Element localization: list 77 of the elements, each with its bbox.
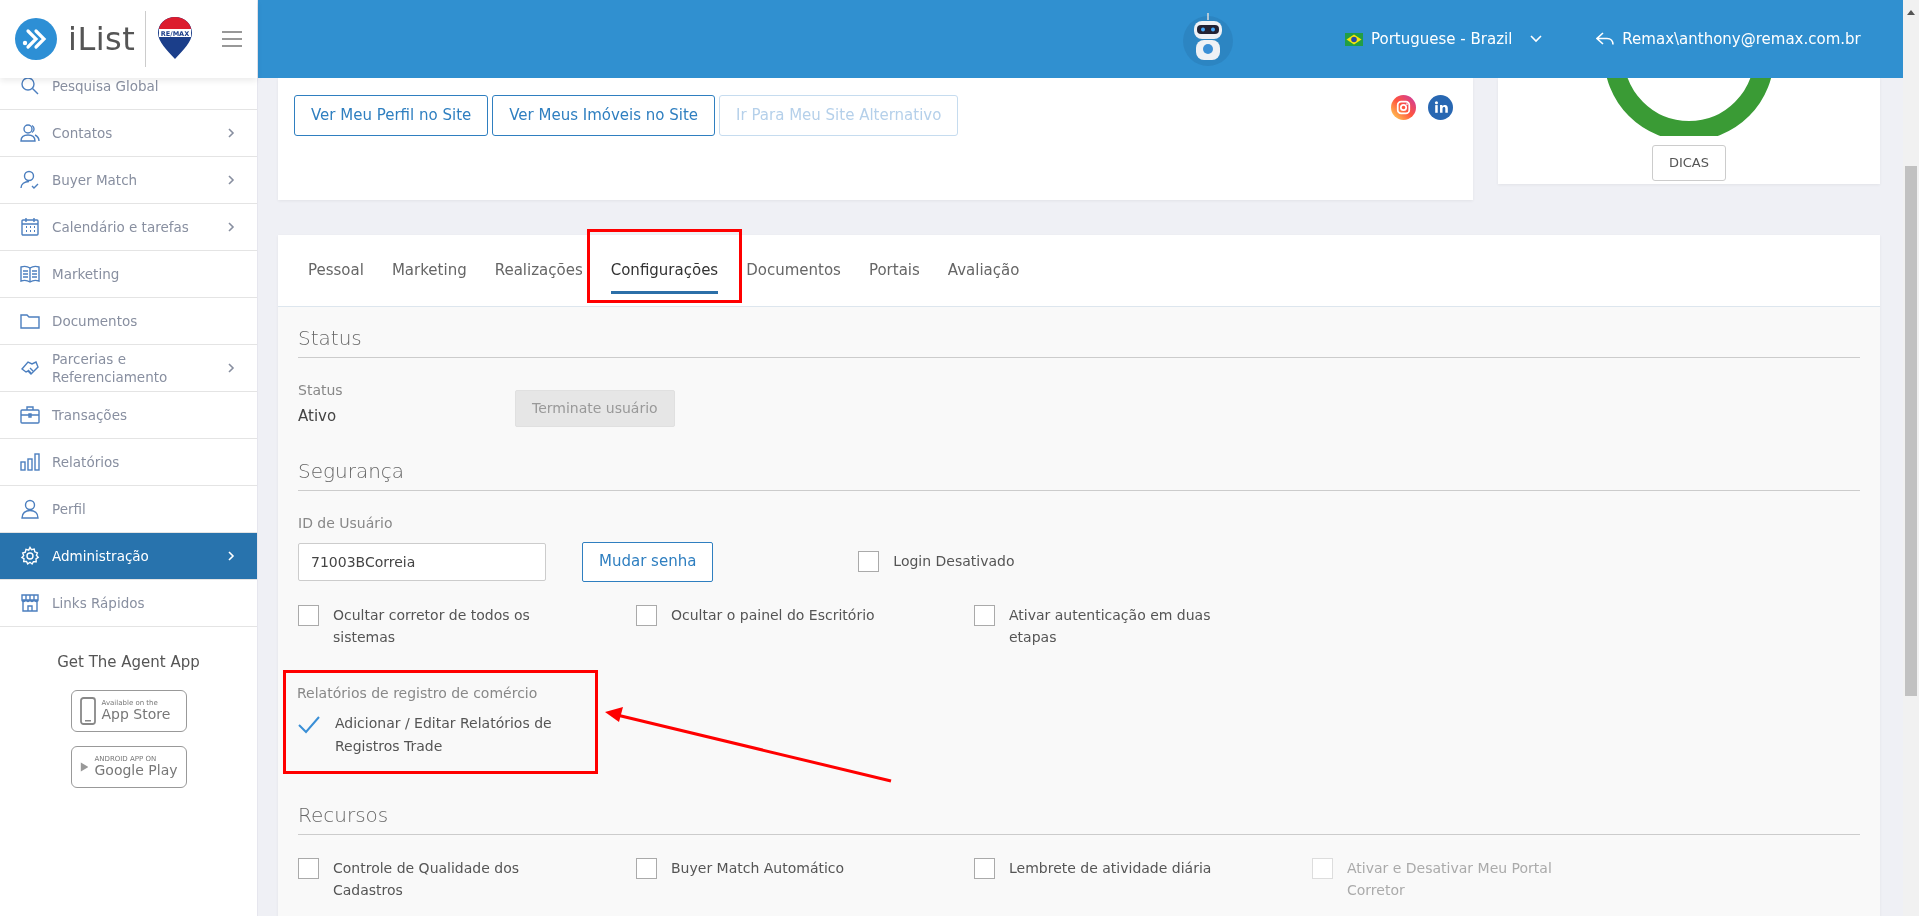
checkbox-label: Buyer Match Automático — [671, 859, 845, 879]
scroll-up-icon[interactable] — [1906, 8, 1916, 16]
checkbox-label: Ativar autenticação em duas etapas — [1009, 605, 1212, 647]
person-icon — [20, 499, 40, 519]
sidebar-item[interactable]: Contatos — [0, 110, 257, 157]
checkbox[interactable] — [298, 604, 319, 626]
sidebar-item[interactable]: Links Rápidos — [0, 580, 257, 627]
checkbox[interactable] — [636, 858, 657, 880]
checkbox[interactable] — [636, 604, 657, 626]
bar-chart-icon — [20, 452, 40, 472]
field-label: Relatórios de registro de comércio — [297, 684, 539, 704]
flag-icon — [1345, 32, 1363, 46]
chevron-icon — [225, 362, 237, 374]
checkbox-label: Ocultar o painel do Escritório — [671, 605, 875, 625]
folder-icon — [20, 311, 40, 331]
tab[interactable]: Pessoal — [296, 251, 376, 290]
change-password-button[interactable]: Mudar senha — [582, 541, 714, 582]
profile-link-button[interactable]: Ver Meus Imóveis no Site — [492, 95, 716, 136]
store-icon — [20, 593, 40, 613]
checkbox-label: Ativar e Desativar Meu Portal Corretor — [1347, 859, 1553, 901]
user-id-field[interactable]: 71003BCorreia — [298, 542, 546, 581]
tab[interactable]: Documentos — [734, 251, 853, 290]
checkbox-label: Lembrete de atividade diária — [1009, 859, 1212, 879]
ilist-logo-icon — [14, 17, 58, 61]
checkbox[interactable] — [974, 858, 995, 880]
sidebar-item[interactable]: Transações — [0, 392, 257, 439]
book-icon — [20, 264, 40, 284]
checkbox-label: Login Desativado — [893, 552, 1015, 572]
checkbox-label: Ocultar corretor de todos os sistemas — [333, 605, 531, 647]
sidebar-item[interactable]: Administração — [0, 533, 257, 580]
scrollbar[interactable] — [1903, 0, 1919, 916]
sidebar-item[interactable]: Marketing — [0, 251, 257, 298]
checkbox-label: Controle de Qualidade dos Cadastros — [333, 859, 521, 901]
tips-button[interactable]: DICAS — [1651, 145, 1727, 181]
search-icon — [20, 78, 40, 96]
chevron-icon — [225, 174, 237, 186]
menu-icon[interactable] — [221, 30, 243, 48]
linkedin-icon[interactable] — [1428, 95, 1453, 120]
promo-title: Get The Agent App — [56, 652, 201, 673]
user-account[interactable]: Remax\anthony@remax.com.br — [1596, 27, 1861, 51]
reply-icon — [1596, 32, 1615, 46]
sidebar-item[interactable]: Pesquisa Global — [0, 78, 257, 110]
status-value: Ativo — [298, 406, 338, 427]
checkbox-label: Adicionar / Editar Relatórios de Registros Trade — [335, 714, 553, 756]
checkbox[interactable] — [298, 858, 319, 880]
chevron-icon — [225, 127, 237, 139]
instagram-icon[interactable] — [1391, 95, 1416, 120]
section-title: Recursos — [298, 800, 1860, 836]
profile-link-button[interactable]: Ver Meu Perfil no Site — [294, 95, 489, 136]
chevron-icon — [225, 550, 237, 562]
tab[interactable]: Realizações — [482, 251, 595, 290]
sidebar-item[interactable]: Buyer Match — [0, 157, 257, 204]
phone-icon — [79, 696, 96, 725]
sidebar-item[interactable]: Documentos — [0, 298, 257, 345]
sidebar-item[interactable]: Parcerias e Referenciamento — [0, 345, 257, 392]
person-check-icon — [20, 170, 40, 190]
checkbox[interactable] — [858, 551, 880, 573]
chevron-icon — [225, 221, 237, 233]
tab[interactable]: Avaliação — [935, 251, 1032, 290]
section-title: Status — [298, 323, 1860, 358]
scrollbar-thumb[interactable] — [1905, 166, 1917, 696]
field-label: ID de Usuário — [298, 513, 394, 533]
settings-icon — [20, 546, 40, 566]
brand-name: iList — [68, 19, 136, 60]
robot-icon[interactable] — [1183, 11, 1233, 67]
calendar-icon — [20, 217, 40, 237]
people-icon — [20, 123, 40, 143]
briefcase-icon — [20, 405, 40, 425]
tab[interactable]: Marketing — [379, 251, 479, 290]
field-label: Status — [298, 381, 344, 400]
sidebar-item[interactable]: Relatórios — [0, 439, 257, 486]
checkbox[interactable] — [974, 604, 995, 626]
sidebar-item[interactable]: Calendário e tarefas — [0, 204, 257, 251]
section-title: Segurança — [298, 455, 1860, 491]
language-selector[interactable]: Portuguese - Brazil — [1345, 27, 1543, 51]
tab[interactable]: Portais — [856, 251, 932, 290]
caret-icon — [1530, 35, 1543, 43]
